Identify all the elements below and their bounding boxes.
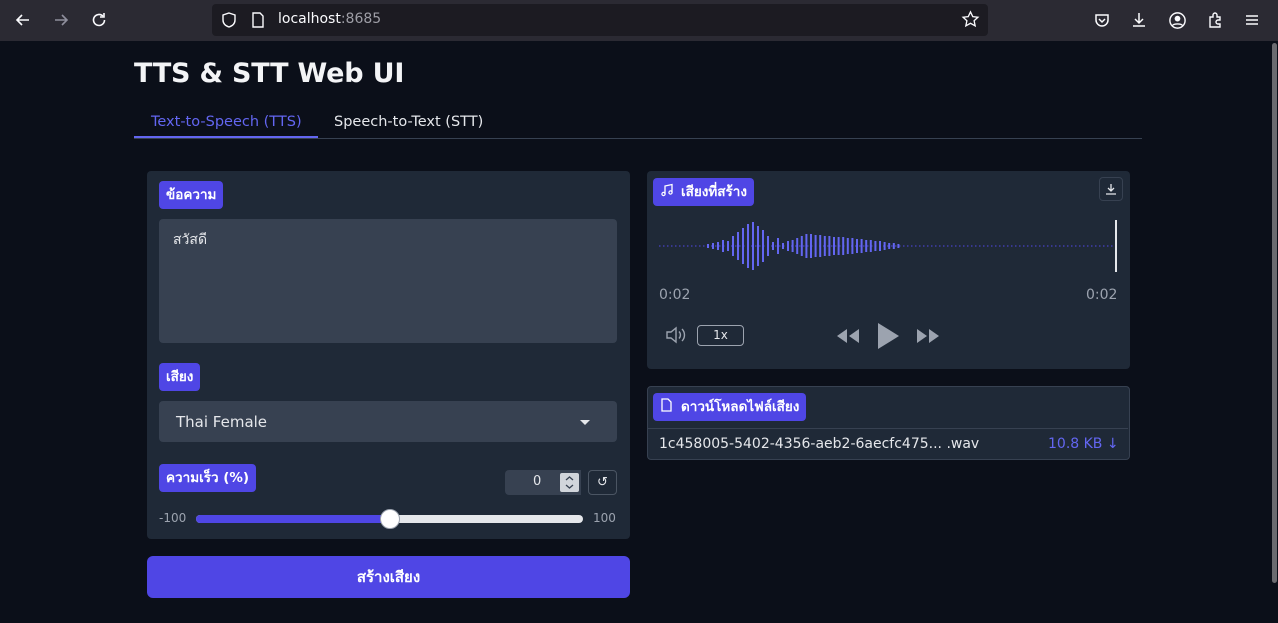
- text-label: ข้อความ: [159, 181, 224, 209]
- file-name[interactable]: 1c458005-5402-4356-aeb2-6aecfc475... .wa…: [659, 436, 979, 452]
- music-note-icon: [660, 179, 674, 207]
- waveform-bar: [819, 235, 822, 257]
- file-size-download-link[interactable]: 10.8 KB ↓: [1048, 436, 1119, 452]
- waveform-bar: [800, 236, 803, 256]
- text-input[interactable]: สวัสดี: [159, 219, 617, 343]
- active-tab-indicator: [134, 136, 318, 138]
- waveform-bar: [732, 236, 734, 256]
- waveform-bar: [846, 238, 849, 254]
- reset-speed-button[interactable]: ↺: [588, 470, 617, 495]
- waveform-bar: [737, 232, 739, 260]
- waveform-bar: [777, 238, 779, 254]
- waveform-bar: [796, 238, 799, 254]
- chevron-down-icon: [580, 420, 590, 425]
- page-title: TTS & STT Web UI: [134, 58, 405, 89]
- waveform-bar: [851, 238, 854, 254]
- waveform-bar: [727, 241, 729, 251]
- waveform-bar: [814, 235, 817, 257]
- volume-icon[interactable]: [664, 325, 688, 349]
- waveform-bar: [712, 243, 714, 249]
- waveform-bar: [823, 236, 826, 256]
- waveform-bar: [757, 226, 759, 266]
- waveform-bar: [897, 244, 900, 248]
- waveform-bar: [810, 234, 812, 258]
- audio-label: เสียงที่สร้าง: [653, 178, 754, 206]
- current-time: 0:02: [659, 287, 691, 303]
- waveform-bar: [883, 242, 886, 250]
- waveform-bar: [874, 241, 877, 251]
- downloads-icon[interactable]: [1128, 9, 1150, 31]
- download-label-text: ดาวน์โหลดไฟล์เสียง: [681, 399, 800, 415]
- audio-label-text: เสียงที่สร้าง: [681, 184, 747, 200]
- total-time: 0:02: [1086, 287, 1118, 303]
- account-icon[interactable]: [1166, 9, 1188, 31]
- url-host: localhost: [278, 11, 341, 27]
- playhead-cursor: [1115, 220, 1117, 272]
- page-scrollbar-thumb[interactable]: [1272, 43, 1277, 583]
- pocket-icon[interactable]: [1091, 9, 1113, 31]
- speed-slider[interactable]: [196, 509, 583, 529]
- waveform-bar: [707, 244, 709, 248]
- waveform-bar: [787, 241, 789, 251]
- forward-icon[interactable]: [48, 8, 74, 32]
- waveform-bar: [747, 224, 749, 268]
- waveform-bar: [805, 234, 808, 258]
- url-port: :8685: [340, 11, 382, 27]
- fast-forward-icon[interactable]: [915, 326, 941, 350]
- tab-stt[interactable]: Speech-to-Text (STT): [334, 114, 483, 130]
- slider-max-label: 100: [593, 511, 616, 525]
- waveform-bar: [892, 243, 895, 249]
- speed-slider-fill: [196, 515, 390, 523]
- waveform-bar: [772, 242, 774, 250]
- waveform-bar: [752, 222, 754, 270]
- playback-rate-button[interactable]: 1x: [697, 325, 744, 346]
- menu-icon[interactable]: [1241, 9, 1263, 31]
- file-icon: [660, 394, 673, 422]
- reload-icon[interactable]: [86, 8, 112, 32]
- address-bar[interactable]: localhost:8685: [212, 4, 988, 36]
- waveform-bar: [869, 240, 872, 252]
- voice-dropdown[interactable]: Thai Female: [159, 401, 617, 442]
- waveform-bar: [856, 239, 858, 253]
- waveform-bar: [791, 240, 794, 252]
- waveform-bar: [782, 243, 784, 249]
- speed-slider-thumb[interactable]: [379, 509, 400, 529]
- waveform-bar: [833, 237, 835, 255]
- speed-number-value: 0: [533, 474, 542, 489]
- waveform-bar: [717, 242, 719, 250]
- voice-selected-value: Thai Female: [176, 413, 268, 431]
- download-icon[interactable]: [1099, 177, 1123, 201]
- waveform-bar: [722, 240, 724, 252]
- bookmark-star-icon[interactable]: [961, 10, 980, 33]
- file-row[interactable]: 1c458005-5402-4356-aeb2-6aecfc475... .wa…: [648, 428, 1128, 458]
- play-icon[interactable]: [875, 321, 901, 355]
- back-icon[interactable]: [10, 8, 36, 32]
- rewind-icon[interactable]: [835, 326, 861, 350]
- voice-label: เสียง: [159, 363, 201, 391]
- waveform-bar: [837, 237, 840, 255]
- generate-audio-button[interactable]: สร้างเสียง: [147, 556, 630, 598]
- waveform-bar: [762, 230, 764, 262]
- waveform-bar: [842, 237, 845, 255]
- number-stepper[interactable]: [560, 473, 579, 492]
- waveform-bar: [767, 236, 769, 256]
- extensions-icon[interactable]: [1204, 9, 1226, 31]
- speed-label: ความเร็ว (%): [159, 464, 257, 492]
- waveform-bar: [879, 241, 881, 251]
- slider-min-label: -100: [159, 511, 187, 525]
- download-label: ดาวน์โหลดไฟล์เสียง: [653, 393, 807, 422]
- shield-icon[interactable]: [220, 11, 238, 33]
- waveform-bar: [742, 228, 744, 264]
- browser-toolbar: localhost:8685: [0, 0, 1278, 41]
- page-icon: [250, 11, 266, 33]
- url-text[interactable]: localhost:8685: [278, 11, 381, 27]
- tab-tts[interactable]: Text-to-Speech (TTS): [151, 114, 302, 130]
- tab-bar: Text-to-Speech (TTS) Speech-to-Text (STT…: [134, 108, 1142, 139]
- waveform-bar: [860, 239, 863, 253]
- waveform-bar: [828, 236, 831, 256]
- waveform-bar: [888, 243, 891, 249]
- audio-waveform[interactable]: [659, 216, 1118, 276]
- waveform-bar: [865, 240, 868, 252]
- speed-number-input[interactable]: 0: [505, 470, 581, 495]
